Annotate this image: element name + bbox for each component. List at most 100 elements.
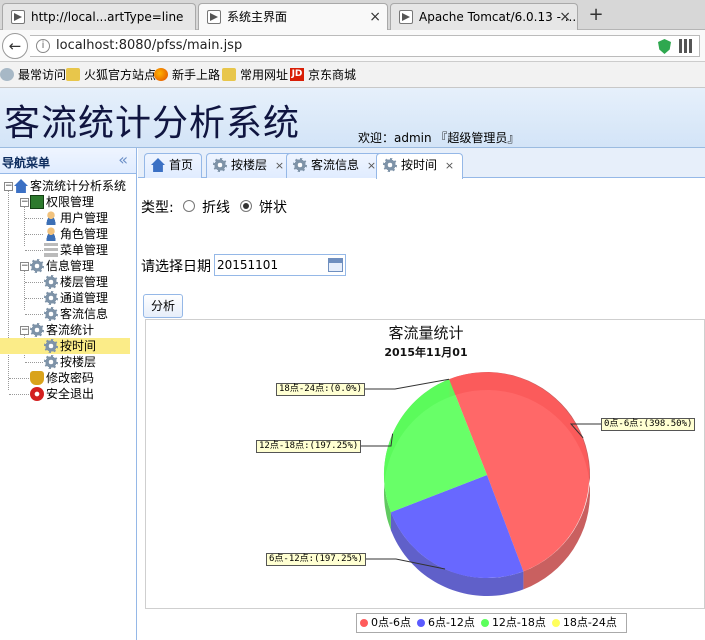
url-bar[interactable]: i localhost:8080/pfss/main.jsp (30, 35, 700, 57)
browser-tab-main[interactable]: 系统主界面 × (198, 3, 388, 31)
close-icon[interactable]: × (275, 159, 284, 172)
firefox-icon (154, 68, 168, 81)
tree-node-label: 菜单管理 (60, 243, 109, 257)
new-tab-button[interactable]: + (584, 3, 608, 27)
bookmark-label: 新手上路 (172, 68, 221, 82)
welcome-text: 欢迎：admin 『超级管理员』 (358, 131, 520, 145)
analyze-button[interactable]: 分析 (143, 294, 183, 318)
pie-leader-line (361, 433, 394, 447)
legend-item[interactable]: 0点-6点 (360, 614, 411, 632)
date-value[interactable]: 20151101 (217, 258, 278, 272)
collapse-toggle[interactable]: − (20, 326, 29, 335)
browser-tab-tomcat[interactable]: Apache Tomcat/6.0.13 - ... × (390, 3, 578, 30)
date-field[interactable]: 20151101 (214, 254, 346, 276)
close-icon[interactable]: × (445, 159, 454, 172)
bookmark-getting-started[interactable]: 新手上路 (154, 67, 220, 83)
info-icon[interactable]: i (36, 39, 50, 53)
bookmarks-bar: 最常访问 火狐官方站点 新手上路 常用网址 JD 京东商城 (0, 62, 705, 88)
legend-label: 6点-12点 (427, 616, 475, 629)
tab-home[interactable]: 首页 (144, 153, 203, 178)
close-icon[interactable]: × (559, 4, 571, 30)
tab-label: 客流信息 (311, 158, 360, 172)
qr-code-icon[interactable] (679, 39, 693, 53)
bookmark-jd[interactable]: JD 京东商城 (290, 67, 356, 83)
gear-icon (213, 158, 227, 172)
legend-swatch (480, 619, 489, 627)
legend-swatch (551, 619, 560, 627)
key-icon (30, 371, 44, 385)
tab-flow-info[interactable]: 客流信息 × (286, 153, 386, 178)
users-icon (44, 227, 58, 241)
tree-node-label: 客流统计分析系统 (30, 179, 127, 193)
tree-line (24, 270, 25, 310)
chart-panel: 客流量统计 2015年11月01 0点-6点:(398.50%) 6点-12点:(… (145, 319, 705, 609)
radio-pie[interactable] (240, 200, 252, 212)
browser-nav-bar: ← i localhost:8080/pfss/main.jsp (0, 30, 705, 62)
tab-label: 按楼层 (231, 158, 268, 172)
bookmark-label: 最常访问 (18, 68, 67, 82)
gear-icon (383, 158, 397, 172)
back-arrow-icon[interactable]: ← (2, 33, 28, 59)
url-text[interactable]: localhost:8080/pfss/main.jsp (56, 38, 242, 53)
gear-icon (44, 307, 58, 321)
collapse-toggle[interactable]: − (4, 182, 13, 191)
pie-data-label: 12点-18点:(197.25%) (256, 440, 362, 453)
tree-line (25, 314, 43, 315)
browser-tab-label: http://local...artType=line (31, 10, 184, 24)
gear-icon (30, 259, 44, 273)
close-icon[interactable]: × (367, 159, 376, 172)
gear-icon (0, 68, 14, 81)
exit-icon (30, 387, 44, 401)
collapse-icon[interactable]: « (118, 150, 128, 169)
gear-icon (44, 275, 58, 289)
pie-data-label: 18点-24点:(0.0%) (276, 383, 366, 396)
tree-line (25, 362, 43, 363)
pie-chart (361, 372, 601, 596)
tab-by-time[interactable]: 按时间 × (376, 153, 464, 179)
bookmark-most-visited[interactable]: 最常访问 (0, 67, 66, 83)
pie-data-label: 0点-6点:(398.50%) (601, 418, 696, 431)
radio-line[interactable] (183, 200, 195, 212)
bookmark-common-sites[interactable]: 常用网址 (222, 67, 288, 83)
legend-item[interactable]: 12点-18点 (480, 614, 546, 632)
tab-by-floor[interactable]: 按楼层 × (206, 153, 294, 178)
tree-node-label: 安全退出 (46, 387, 95, 401)
radio-line-label[interactable]: 折线 (202, 197, 230, 217)
calendar-icon[interactable] (328, 258, 343, 272)
radio-pie-label[interactable]: 饼状 (259, 197, 287, 217)
tree-node-label: 通道管理 (60, 291, 109, 305)
gear-icon (30, 323, 44, 337)
date-label: 请选择日期 (141, 259, 211, 275)
page-icon (11, 10, 25, 24)
pie-data-label: 6点-12点:(197.25%) (266, 553, 366, 566)
bookmark-firefox-site[interactable]: 火狐官方站点 (66, 67, 156, 83)
collapse-toggle[interactable]: − (20, 262, 29, 271)
tree-node-label: 客流信息 (60, 307, 109, 321)
tree-node-label: 按楼层 (60, 355, 97, 369)
tree-line (25, 234, 43, 235)
close-icon[interactable]: × (369, 4, 381, 30)
collapse-toggle[interactable]: − (20, 198, 29, 207)
nav-menu-panel: 导航菜单 « − 客流统计分析系统 − 权限管理 用户管理 角色管理 菜单管理 … (0, 148, 137, 640)
tree-node-label: 用户管理 (60, 211, 109, 225)
legend-item[interactable]: 18点-24点 (551, 614, 617, 632)
user-icon (44, 211, 58, 225)
shield-icon[interactable] (658, 39, 671, 54)
bookmark-label: 常用网址 (240, 68, 289, 82)
tree-node-by-time[interactable]: 按时间 (0, 338, 130, 354)
tree-node-label: 按时间 (60, 339, 97, 353)
legend-item[interactable]: 6点-12点 (416, 614, 475, 632)
browser-tab-label: Apache Tomcat/6.0.13 - ... (419, 10, 577, 24)
folder-icon (222, 68, 236, 81)
book-icon (30, 195, 44, 209)
legend-swatch (360, 619, 368, 627)
gear-icon (44, 291, 58, 305)
folder-icon (66, 68, 80, 81)
browser-tab-line-chart[interactable]: http://local...artType=line (2, 3, 196, 30)
tab-label: 按时间 (401, 158, 438, 172)
nav-menu-header: 导航菜单 « (0, 148, 136, 174)
tree-line (24, 206, 25, 246)
menu-icon (44, 243, 58, 257)
page-icon (207, 10, 221, 24)
tree-node-label: 楼层管理 (60, 275, 109, 289)
